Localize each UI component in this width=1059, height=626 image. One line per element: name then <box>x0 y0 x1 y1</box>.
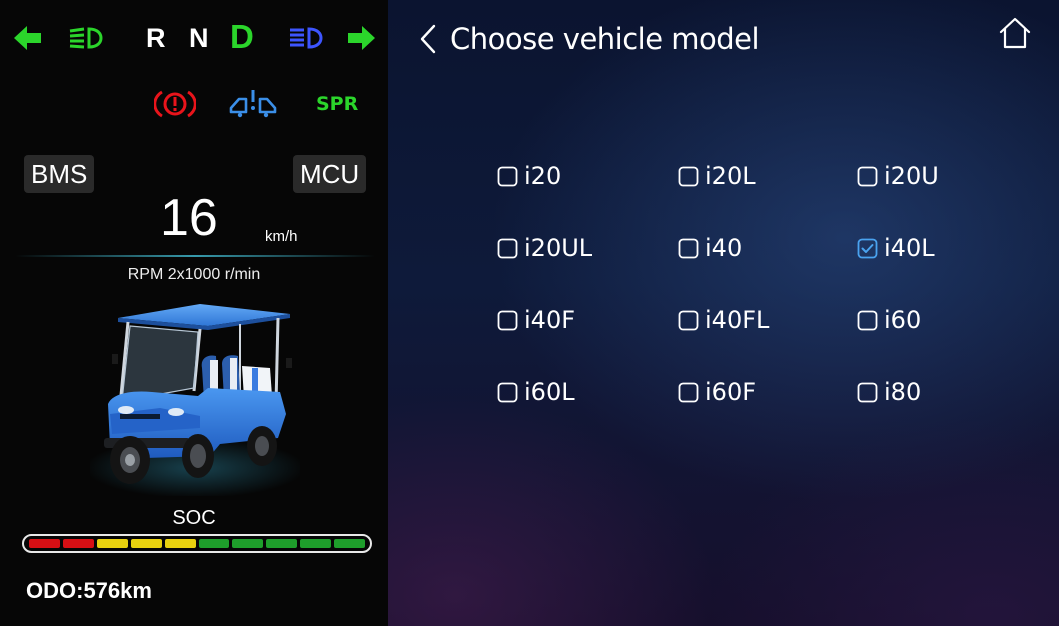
rpm-label: RPM 2x1000 r/min <box>127 266 261 283</box>
model-option-label: i20U <box>884 162 939 190</box>
speed-unit: km/h <box>265 228 298 245</box>
home-icon[interactable] <box>998 16 1032 50</box>
soc-label: SOC <box>172 507 216 529</box>
low-beam-icon <box>69 27 103 49</box>
checkbox-icon[interactable] <box>857 310 878 331</box>
model-option-label: i20 <box>524 162 562 190</box>
model-option-label: i60L <box>524 378 575 406</box>
checkbox-icon[interactable] <box>497 238 518 259</box>
dashboard-panel: R N D SPR BMS MCU 16 km/h RPM 2x1000 r/m… <box>0 0 388 626</box>
model-option[interactable]: i40L <box>857 230 935 266</box>
gear-neutral: N <box>189 23 209 53</box>
model-option[interactable]: i20U <box>857 158 939 194</box>
model-option-label: i40 <box>705 234 743 262</box>
checkbox-icon[interactable] <box>497 382 518 403</box>
arrow-left-icon <box>14 26 41 50</box>
model-option[interactable]: i80 <box>857 374 921 410</box>
model-option-label: i20UL <box>524 234 593 262</box>
soc-segment <box>29 539 60 548</box>
golf-cart-image <box>90 304 300 496</box>
soc-segment <box>334 539 366 548</box>
speed-value: 16 <box>160 189 218 247</box>
bms-button[interactable]: BMS <box>24 155 95 193</box>
model-option-label: i20L <box>705 162 756 190</box>
car-lift-icon <box>229 90 277 118</box>
high-beam-icon <box>290 27 323 49</box>
parking-brake-icon <box>154 90 196 118</box>
page-title: Choose vehicle model <box>450 22 760 56</box>
model-option[interactable]: i60F <box>678 374 756 410</box>
model-option[interactable]: i20 <box>497 158 561 194</box>
soc-segment <box>164 539 196 548</box>
model-option[interactable]: i40 <box>678 230 742 266</box>
warning-lights: SPR <box>150 82 370 122</box>
checkbox-icon[interactable] <box>678 310 699 331</box>
back-chevron-icon[interactable] <box>416 22 440 56</box>
checkbox-icon[interactable] <box>678 382 699 403</box>
model-option-label: i40L <box>884 234 935 262</box>
model-option[interactable]: i40F <box>497 302 575 338</box>
model-option-label: i60 <box>884 306 922 334</box>
model-option-label: i60F <box>705 378 757 406</box>
model-option[interactable]: i40FL <box>678 302 769 338</box>
soc-segment <box>300 539 332 548</box>
mcu-button[interactable]: MCU <box>293 155 367 193</box>
model-selection-panel: Choose vehicle model i20 i20L i20U i20UL i40… <box>388 0 1059 626</box>
soc-segment <box>62 539 94 548</box>
odometer: ODO:576km <box>26 578 152 603</box>
checkbox-icon[interactable] <box>678 166 699 187</box>
model-option[interactable]: i60L <box>497 374 575 410</box>
checkbox-icon[interactable] <box>497 166 518 187</box>
indicator-bar: R N D <box>14 18 388 58</box>
model-option-label: i80 <box>884 378 922 406</box>
model-option[interactable]: i20L <box>678 158 756 194</box>
gear-drive: D <box>230 18 254 55</box>
checkbox-icon[interactable] <box>857 166 878 187</box>
speed-divider <box>15 255 375 257</box>
model-option-label: i40F <box>524 306 576 334</box>
soc-battery-bar <box>22 534 372 553</box>
soc-segment <box>266 539 298 548</box>
soc-segment <box>96 539 128 548</box>
soc-segment <box>232 539 264 548</box>
checkbox-icon[interactable] <box>857 382 878 403</box>
checkbox-icon[interactable] <box>678 238 699 259</box>
model-option[interactable]: i60 <box>857 302 921 338</box>
checkbox-checked-icon[interactable] <box>857 238 878 259</box>
gear-reverse: R <box>146 23 166 53</box>
soc-segment <box>198 539 230 548</box>
soc-segment <box>130 539 162 548</box>
model-option[interactable]: i20UL <box>497 230 592 266</box>
model-option-label: i40FL <box>705 306 770 334</box>
checkbox-icon[interactable] <box>497 310 518 331</box>
arrow-right-icon <box>348 26 375 50</box>
spr-indicator: SPR <box>316 93 359 115</box>
